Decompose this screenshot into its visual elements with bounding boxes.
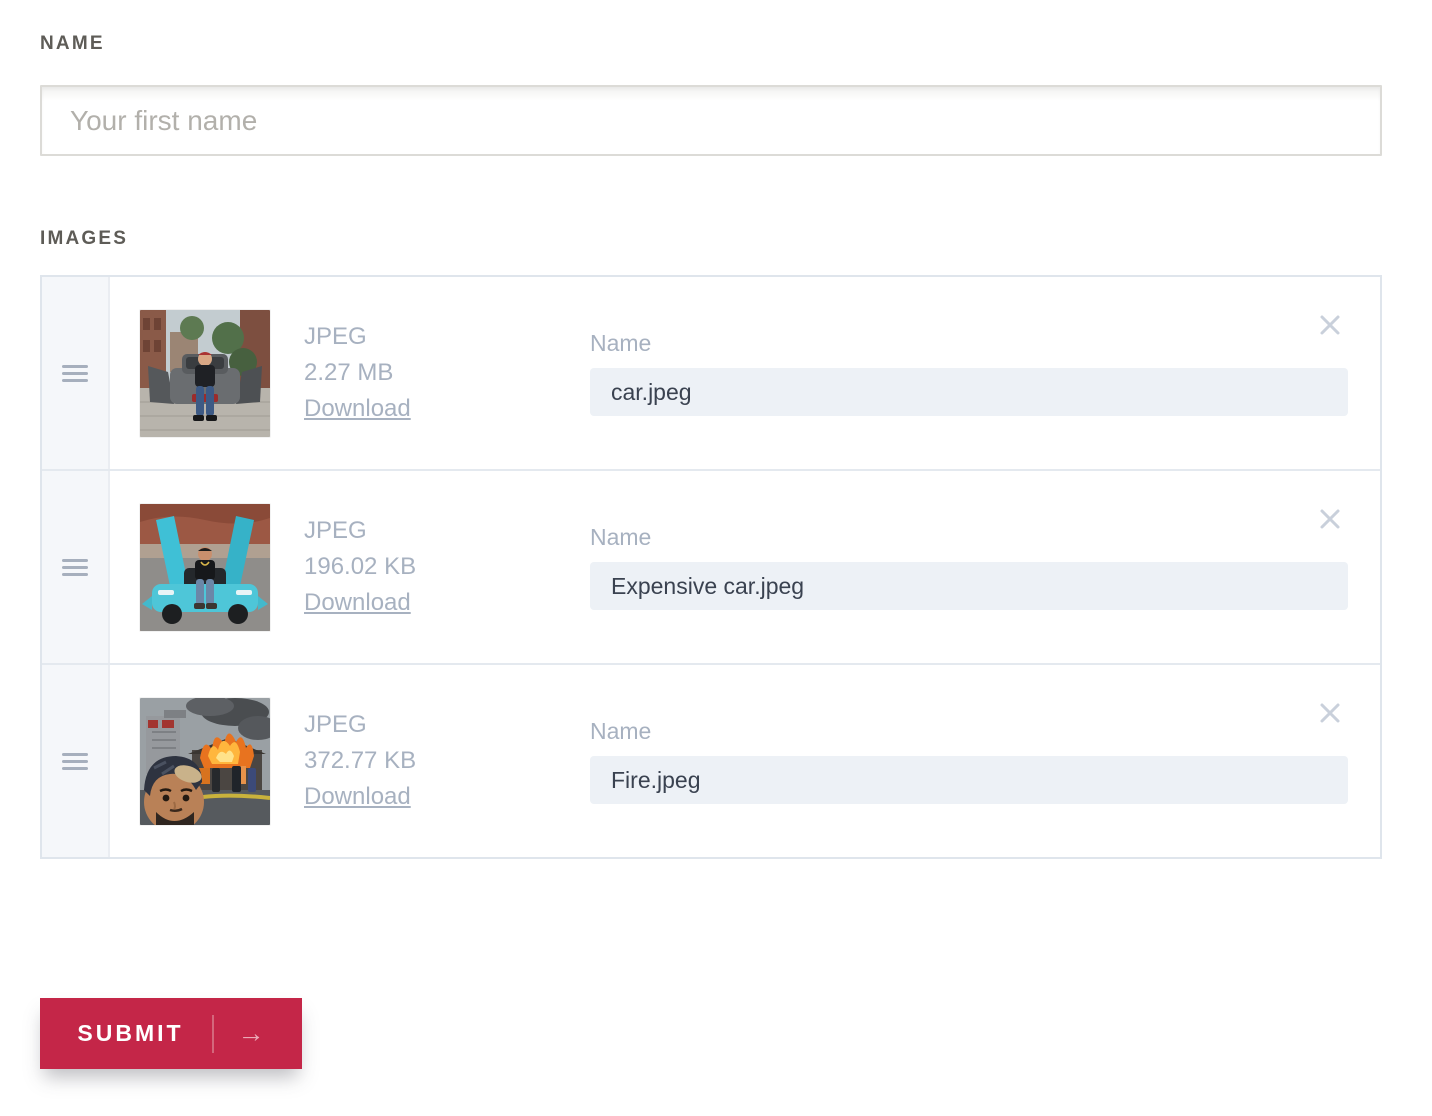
drag-handle-icon: [62, 365, 88, 382]
submit-divider: [212, 1015, 214, 1053]
remove-image-button[interactable]: [1318, 701, 1342, 725]
submit-label: SUBMIT: [77, 1020, 183, 1047]
image-row: JPEG 196.02 KB Download Name: [42, 471, 1380, 665]
submit-button[interactable]: SUBMIT →: [40, 998, 302, 1069]
close-icon: [1318, 313, 1342, 337]
drag-handle[interactable]: [42, 665, 110, 857]
remove-image-button[interactable]: [1318, 507, 1342, 531]
file-size: 372.77 KB: [304, 743, 416, 779]
image-name-input[interactable]: [590, 368, 1348, 416]
image-row: JPEG 2.27 MB Download Name: [42, 277, 1380, 471]
image-row-body: JPEG 196.02 KB Download Name: [110, 471, 1380, 663]
thumbnail-image: [140, 698, 270, 825]
image-name-field: Name: [590, 718, 1348, 804]
images-section-label: IMAGES: [40, 228, 1382, 250]
file-meta: JPEG 196.02 KB Download: [304, 513, 416, 621]
images-list: JPEG 2.27 MB Download Name: [40, 275, 1382, 859]
arrow-right-icon: →: [238, 1020, 265, 1047]
image-row-body: JPEG 372.77 KB Download Name: [110, 665, 1380, 857]
image-name-input[interactable]: [590, 756, 1348, 804]
drag-handle-icon: [62, 753, 88, 770]
thumbnail-image: [140, 310, 270, 437]
image-row-body: JPEG 2.27 MB Download Name: [110, 277, 1380, 469]
thumbnail-image: [140, 504, 270, 631]
file-meta: JPEG 2.27 MB Download: [304, 319, 411, 427]
image-name-field: Name: [590, 524, 1348, 610]
form-page: NAME IMAGES: [0, 0, 1432, 1116]
file-format: JPEG: [304, 319, 411, 355]
file-meta: JPEG 372.77 KB Download: [304, 707, 416, 815]
name-section-label: NAME: [40, 33, 1382, 55]
image-name-field: Name: [590, 330, 1348, 416]
download-link[interactable]: Download: [304, 783, 411, 810]
image-name-label: Name: [590, 718, 1348, 745]
download-link[interactable]: Download: [304, 589, 411, 616]
file-size: 196.02 KB: [304, 549, 416, 585]
image-row: JPEG 372.77 KB Download Name: [42, 665, 1380, 857]
file-format: JPEG: [304, 707, 416, 743]
file-size: 2.27 MB: [304, 355, 411, 391]
drag-handle[interactable]: [42, 277, 110, 469]
first-name-input[interactable]: [40, 85, 1382, 156]
remove-image-button[interactable]: [1318, 313, 1342, 337]
file-format: JPEG: [304, 513, 416, 549]
image-name-label: Name: [590, 330, 1348, 357]
drag-handle[interactable]: [42, 471, 110, 663]
drag-handle-icon: [62, 559, 88, 576]
image-name-input[interactable]: [590, 562, 1348, 610]
download-link[interactable]: Download: [304, 395, 411, 422]
close-icon: [1318, 701, 1342, 725]
close-icon: [1318, 507, 1342, 531]
image-name-label: Name: [590, 524, 1348, 551]
